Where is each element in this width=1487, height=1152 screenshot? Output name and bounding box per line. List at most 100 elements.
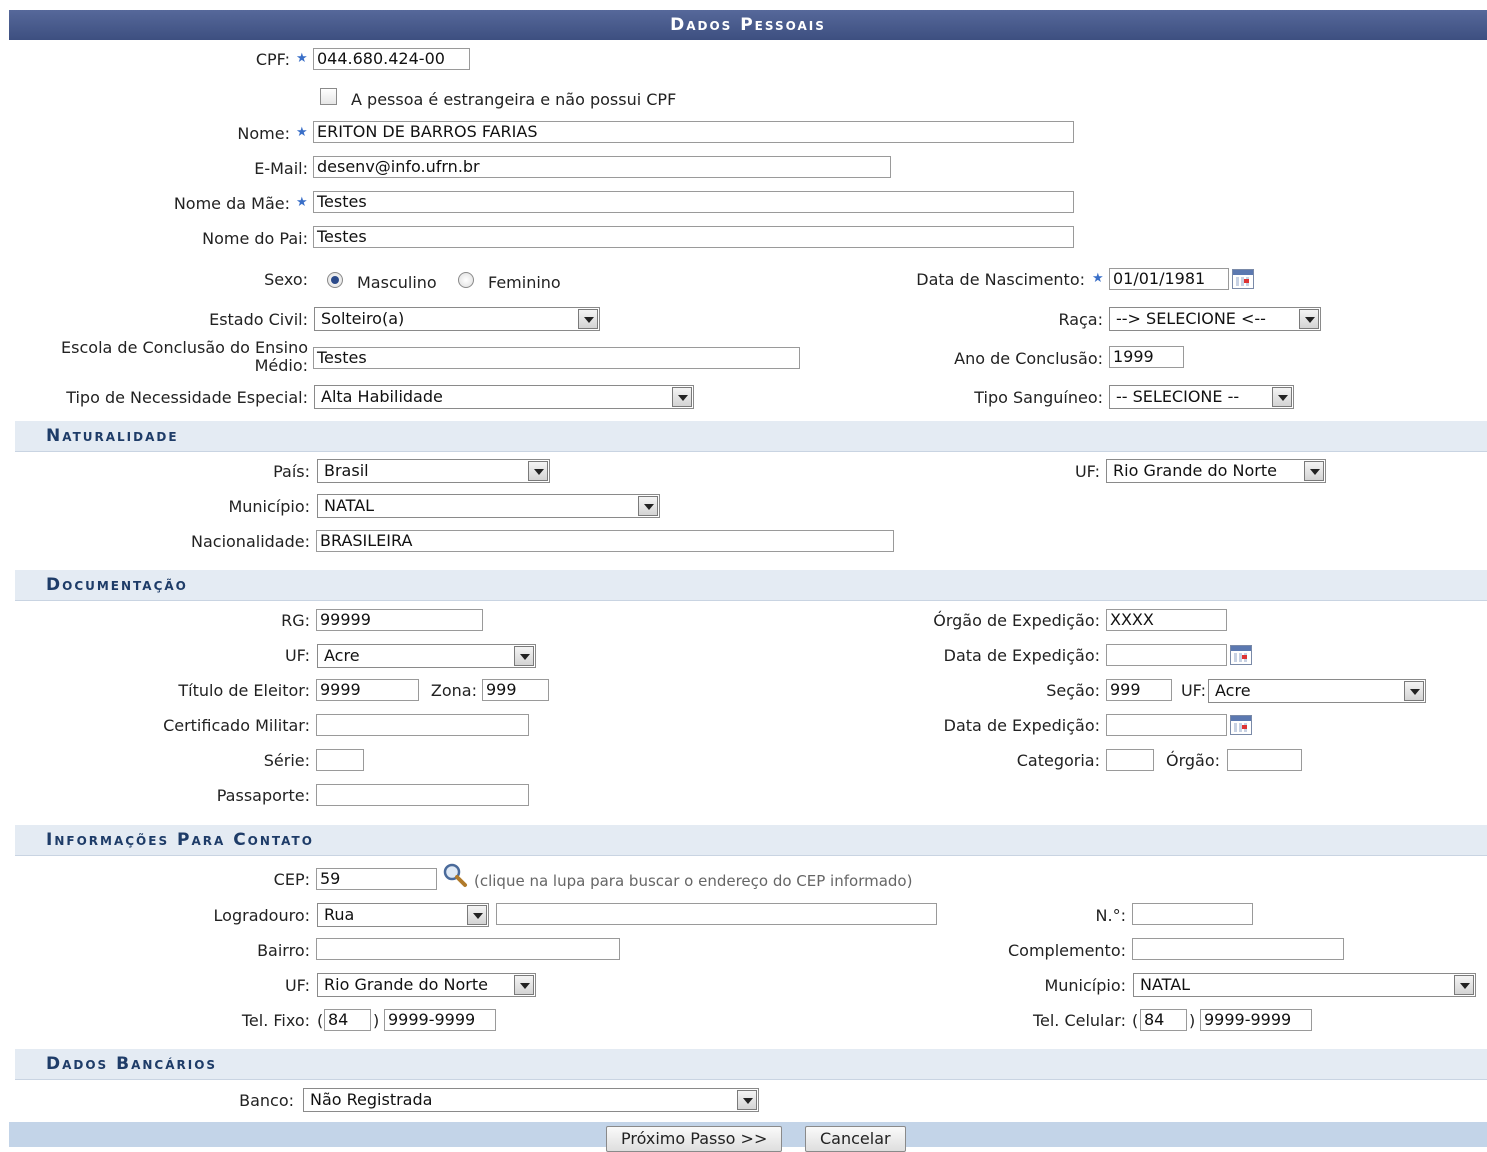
tel-fixo-ddd-input[interactable]: 84 <box>324 1009 371 1031</box>
militar-orgao-input[interactable] <box>1227 749 1302 771</box>
ano-conclusao-input[interactable]: 1999 <box>1109 346 1184 368</box>
pai-label: Nome do Pai: <box>202 229 308 248</box>
naturalidade-uf-label: UF: <box>1074 462 1100 481</box>
estado-civil-select[interactable]: Solteiro(a) <box>314 307 600 331</box>
militar-data-expedicao-label: Data de Expedição: <box>943 716 1100 735</box>
complemento-input[interactable] <box>1132 938 1344 960</box>
secao-label: Seção: <box>1046 681 1100 700</box>
banco-select[interactable]: Não Registrada <box>303 1088 759 1112</box>
contato-uf-label: UF: <box>284 976 310 995</box>
logradouro-tipo-value: Rua <box>324 905 355 924</box>
nacionalidade-input[interactable]: BRASILEIRA <box>316 530 894 552</box>
logradouro-tipo-select[interactable]: Rua <box>317 903 489 927</box>
orgao-expedicao-input[interactable]: XXXX <box>1106 609 1227 631</box>
complemento-label: Complemento: <box>1007 941 1126 960</box>
necessidade-label: Tipo de Necessidade Especial: <box>66 388 308 407</box>
rg-uf-value: Acre <box>324 646 360 665</box>
rg-input[interactable]: 99999 <box>316 609 483 631</box>
rg-label: RG: <box>281 611 310 630</box>
municipio-select[interactable]: NATAL <box>317 494 660 518</box>
nome-input[interactable]: ERITON DE BARROS FARIAS <box>313 121 1074 143</box>
data-expedicao-input[interactable] <box>1106 644 1227 666</box>
sexo-feminino-radio[interactable] <box>458 272 474 288</box>
required-star-icon: ★ <box>296 51 308 66</box>
titulo-uf-select[interactable]: Acre <box>1208 679 1426 703</box>
certificado-militar-input[interactable] <box>316 714 529 736</box>
chevron-down-icon <box>514 975 534 995</box>
calendar-icon[interactable] <box>1230 645 1252 665</box>
sexo-masculino-label: Masculino <box>357 273 437 292</box>
zona-input[interactable]: 999 <box>482 679 549 701</box>
estado-civil-value: Solteiro(a) <box>321 309 405 328</box>
zona-label: Zona: <box>430 681 477 700</box>
numero-input[interactable] <box>1132 903 1253 925</box>
close-paren: ) <box>373 1011 380 1030</box>
tel-celular-label: Tel. Celular: <box>1032 1011 1126 1030</box>
bairro-input[interactable] <box>316 938 620 960</box>
chevron-down-icon <box>467 905 487 925</box>
sexo-feminino-label: Feminino <box>488 273 561 292</box>
tel-celular-input[interactable]: 9999-9999 <box>1200 1009 1312 1031</box>
tel-celular-ddd-input[interactable]: 84 <box>1140 1009 1187 1031</box>
section-title: Dados Bancários <box>46 1054 218 1074</box>
tel-fixo-input[interactable]: 9999-9999 <box>384 1009 496 1031</box>
mae-label: Nome da Mãe: <box>173 194 290 213</box>
escola-label: Escola de Conclusão do Ensino Médio: <box>20 339 308 375</box>
foreign-checkbox[interactable] <box>320 88 337 105</box>
cpf-input[interactable]: 044.680.424-00 <box>313 48 470 70</box>
nacionalidade-label: Nacionalidade: <box>191 532 310 551</box>
email-input[interactable]: desenv@info.ufrn.br <box>313 156 891 178</box>
sangue-select[interactable]: -- SELECIONE -- <box>1109 385 1294 409</box>
passaporte-input[interactable] <box>316 784 529 806</box>
logradouro-input[interactable] <box>496 903 937 925</box>
nascimento-label: Data de Nascimento: <box>916 270 1085 289</box>
section-naturalidade: Naturalidade <box>15 421 1487 452</box>
rg-uf-label: UF: <box>284 646 310 665</box>
raca-label: Raça: <box>1058 310 1103 329</box>
secao-input[interactable]: 999 <box>1106 679 1172 701</box>
required-star-icon: ★ <box>296 125 308 140</box>
pai-input[interactable]: Testes <box>313 226 1074 248</box>
section-title: Naturalidade <box>46 426 179 446</box>
cancel-button[interactable]: Cancelar <box>805 1126 906 1152</box>
escola-input[interactable]: Testes <box>313 347 800 369</box>
close-paren: ) <box>1189 1011 1196 1030</box>
municipio-value: NATAL <box>324 496 375 515</box>
chevron-down-icon <box>638 496 658 516</box>
cep-input[interactable]: 59 <box>316 868 437 890</box>
naturalidade-uf-select[interactable]: Rio Grande do Norte <box>1106 459 1326 483</box>
orgao-expedicao-label: Órgão de Expedição: <box>933 611 1100 630</box>
pais-label: País: <box>273 462 310 481</box>
magnifier-icon[interactable] <box>442 862 468 888</box>
contato-uf-select[interactable]: Rio Grande do Norte <box>317 973 536 997</box>
sexo-masculino-radio[interactable] <box>327 272 343 288</box>
rg-uf-select[interactable]: Acre <box>317 644 536 668</box>
titulo-eleitor-label: Título de Eleitor: <box>178 681 310 700</box>
chevron-down-icon <box>528 461 548 481</box>
titulo-eleitor-input[interactable]: 9999 <box>316 679 419 701</box>
contato-municipio-select[interactable]: NATAL <box>1133 973 1476 997</box>
mae-input[interactable]: Testes <box>313 191 1074 213</box>
militar-data-expedicao-input[interactable] <box>1106 714 1227 736</box>
necessidade-select[interactable]: Alta Habilidade <box>314 385 694 409</box>
form-title: Dados Pessoais <box>9 10 1487 40</box>
nascimento-input[interactable]: 01/01/1981 <box>1109 268 1229 290</box>
chevron-down-icon <box>1404 681 1424 701</box>
raca-select[interactable]: --> SELECIONE <-- <box>1109 307 1321 331</box>
serie-input[interactable] <box>316 749 364 771</box>
numero-label: N.°: <box>1095 906 1126 925</box>
naturalidade-uf-value: Rio Grande do Norte <box>1113 461 1277 480</box>
necessidade-value: Alta Habilidade <box>321 387 443 406</box>
chevron-down-icon <box>1272 387 1292 407</box>
chevron-down-icon <box>1299 309 1319 329</box>
cep-label: CEP: <box>273 870 310 889</box>
calendar-icon[interactable] <box>1230 715 1252 735</box>
municipio-label: Município: <box>228 497 310 516</box>
sangue-value: -- SELECIONE -- <box>1116 387 1240 406</box>
pais-select[interactable]: Brasil <box>317 459 550 483</box>
calendar-icon[interactable] <box>1232 269 1254 289</box>
next-step-button[interactable]: Próximo Passo >> <box>606 1126 783 1152</box>
certificado-militar-label: Certificado Militar: <box>163 716 310 735</box>
open-paren: ( <box>1132 1011 1139 1030</box>
categoria-input[interactable] <box>1106 749 1154 771</box>
